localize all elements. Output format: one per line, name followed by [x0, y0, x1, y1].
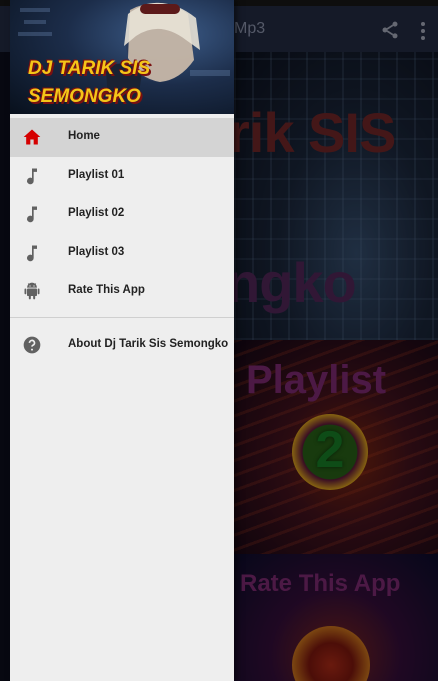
menu-item-playlist-03[interactable]: Playlist 03	[10, 234, 234, 273]
drawer-menu: Home Playlist 01 Playlist 02 Playlist 03	[10, 118, 234, 311]
menu-item-label: Rate This App	[68, 284, 145, 296]
menu-item-home[interactable]: Home	[10, 118, 234, 157]
music-note-icon	[27, 206, 37, 223]
music-note-icon	[27, 168, 37, 184]
drawer-header-title-2: SEMONGKO	[28, 86, 141, 107]
android-icon	[24, 282, 40, 300]
menu-divider	[10, 317, 234, 318]
menu-item-about[interactable]: About Dj Tarik Sis Semongko	[10, 326, 234, 364]
help-icon	[23, 336, 41, 354]
menu-item-rate-app[interactable]: Rate This App	[10, 272, 234, 311]
menu-item-playlist-02[interactable]: Playlist 02	[10, 195, 234, 234]
music-note-icon	[27, 245, 37, 261]
menu-item-label: Playlist 01	[68, 168, 125, 181]
menu-item-label: Playlist 03	[68, 245, 125, 258]
menu-item-label: About Dj Tarik Sis Semongko	[68, 338, 229, 350]
drawer-header-title-1: DJ TARIK SIS	[28, 58, 151, 79]
menu-item-label: Home	[68, 130, 100, 142]
navigation-drawer: DJ TARIK SIS SEMONGKO Home Playlist 01 P…	[10, 0, 234, 681]
menu-item-label: Playlist 02	[68, 207, 125, 219]
menu-item-playlist-01[interactable]: Playlist 01	[10, 157, 234, 196]
drawer-header: DJ TARIK SIS SEMONGKO	[10, 0, 234, 114]
home-icon	[23, 129, 41, 145]
